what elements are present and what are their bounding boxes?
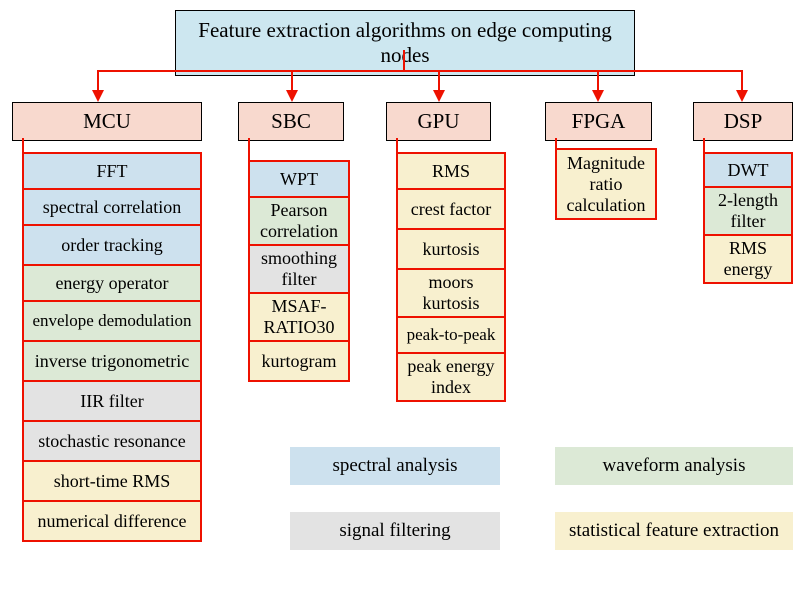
- mcu-stochastic: stochastic resonance: [24, 420, 202, 462]
- gpu-list: RMS crest factor kurtosis moors kurtosis…: [396, 152, 506, 402]
- connector: [703, 138, 705, 152]
- arrow-icon: [736, 90, 748, 102]
- gpu-p2p: peak-to-peak: [398, 316, 506, 354]
- sbc-kurtogram: kurtogram: [250, 340, 350, 382]
- arrow-icon: [286, 90, 298, 102]
- mcu-short-rms: short-time RMS: [24, 460, 202, 502]
- connector: [22, 138, 24, 152]
- legend-signal: signal filtering: [290, 512, 500, 550]
- legend-waveform: waveform analysis: [555, 447, 793, 485]
- category-fpga: FPGA: [545, 102, 652, 141]
- sbc-list: WPT Pearson correlation smoothing filter…: [248, 160, 350, 382]
- mcu-num-diff: numerical difference: [24, 500, 202, 542]
- connector: [396, 138, 398, 152]
- connector: [403, 50, 405, 72]
- category-gpu: GPU: [386, 102, 491, 141]
- connector: [741, 70, 743, 92]
- legend-spectral: spectral analysis: [290, 447, 500, 485]
- connector: [97, 70, 743, 72]
- arrow-icon: [433, 90, 445, 102]
- gpu-moors: moors kurtosis: [398, 268, 506, 318]
- arrow-icon: [92, 90, 104, 102]
- connector: [555, 138, 557, 148]
- sbc-pearson: Pearson correlation: [250, 196, 350, 246]
- diagram-title: Feature extraction algorithms on edge co…: [175, 10, 635, 76]
- category-mcu: MCU: [12, 102, 202, 141]
- mcu-inverse-trig: inverse trigonometric: [24, 340, 202, 382]
- dsp-rms-energy: RMS energy: [705, 234, 793, 284]
- arrow-icon: [592, 90, 604, 102]
- connector: [291, 70, 293, 92]
- sbc-wpt: WPT: [250, 160, 350, 198]
- sbc-msaf: MSAF-RATIO30: [250, 292, 350, 342]
- fpga-mag-ratio: Magnitude ratio calculation: [557, 148, 657, 220]
- connector: [438, 70, 440, 92]
- mcu-order-tracking: order tracking: [24, 224, 202, 266]
- mcu-envelope-demod: envelope demodulation: [24, 300, 202, 342]
- mcu-energy-operator: energy operator: [24, 264, 202, 302]
- legend-stat: statistical feature extraction: [555, 512, 793, 550]
- gpu-pei: peak energy index: [398, 352, 506, 402]
- mcu-iir: IIR filter: [24, 380, 202, 422]
- category-dsp: DSP: [693, 102, 793, 141]
- mcu-spectral-correlation: spectral correlation: [24, 188, 202, 226]
- dsp-two-length: 2-length filter: [705, 186, 793, 236]
- fpga-list: Magnitude ratio calculation: [555, 148, 657, 220]
- connector: [248, 138, 250, 160]
- sbc-smoothing: smoothing filter: [250, 244, 350, 294]
- gpu-kurtosis: kurtosis: [398, 228, 506, 270]
- connector: [597, 70, 599, 92]
- category-sbc: SBC: [238, 102, 344, 141]
- gpu-rms: RMS: [398, 152, 506, 190]
- dsp-list: DWT 2-length filter RMS energy: [703, 152, 793, 284]
- gpu-crest: crest factor: [398, 188, 506, 230]
- dsp-dwt: DWT: [705, 152, 793, 188]
- mcu-list: FFT spectral correlation order tracking …: [22, 152, 202, 542]
- connector: [97, 70, 99, 92]
- mcu-fft: FFT: [24, 152, 202, 190]
